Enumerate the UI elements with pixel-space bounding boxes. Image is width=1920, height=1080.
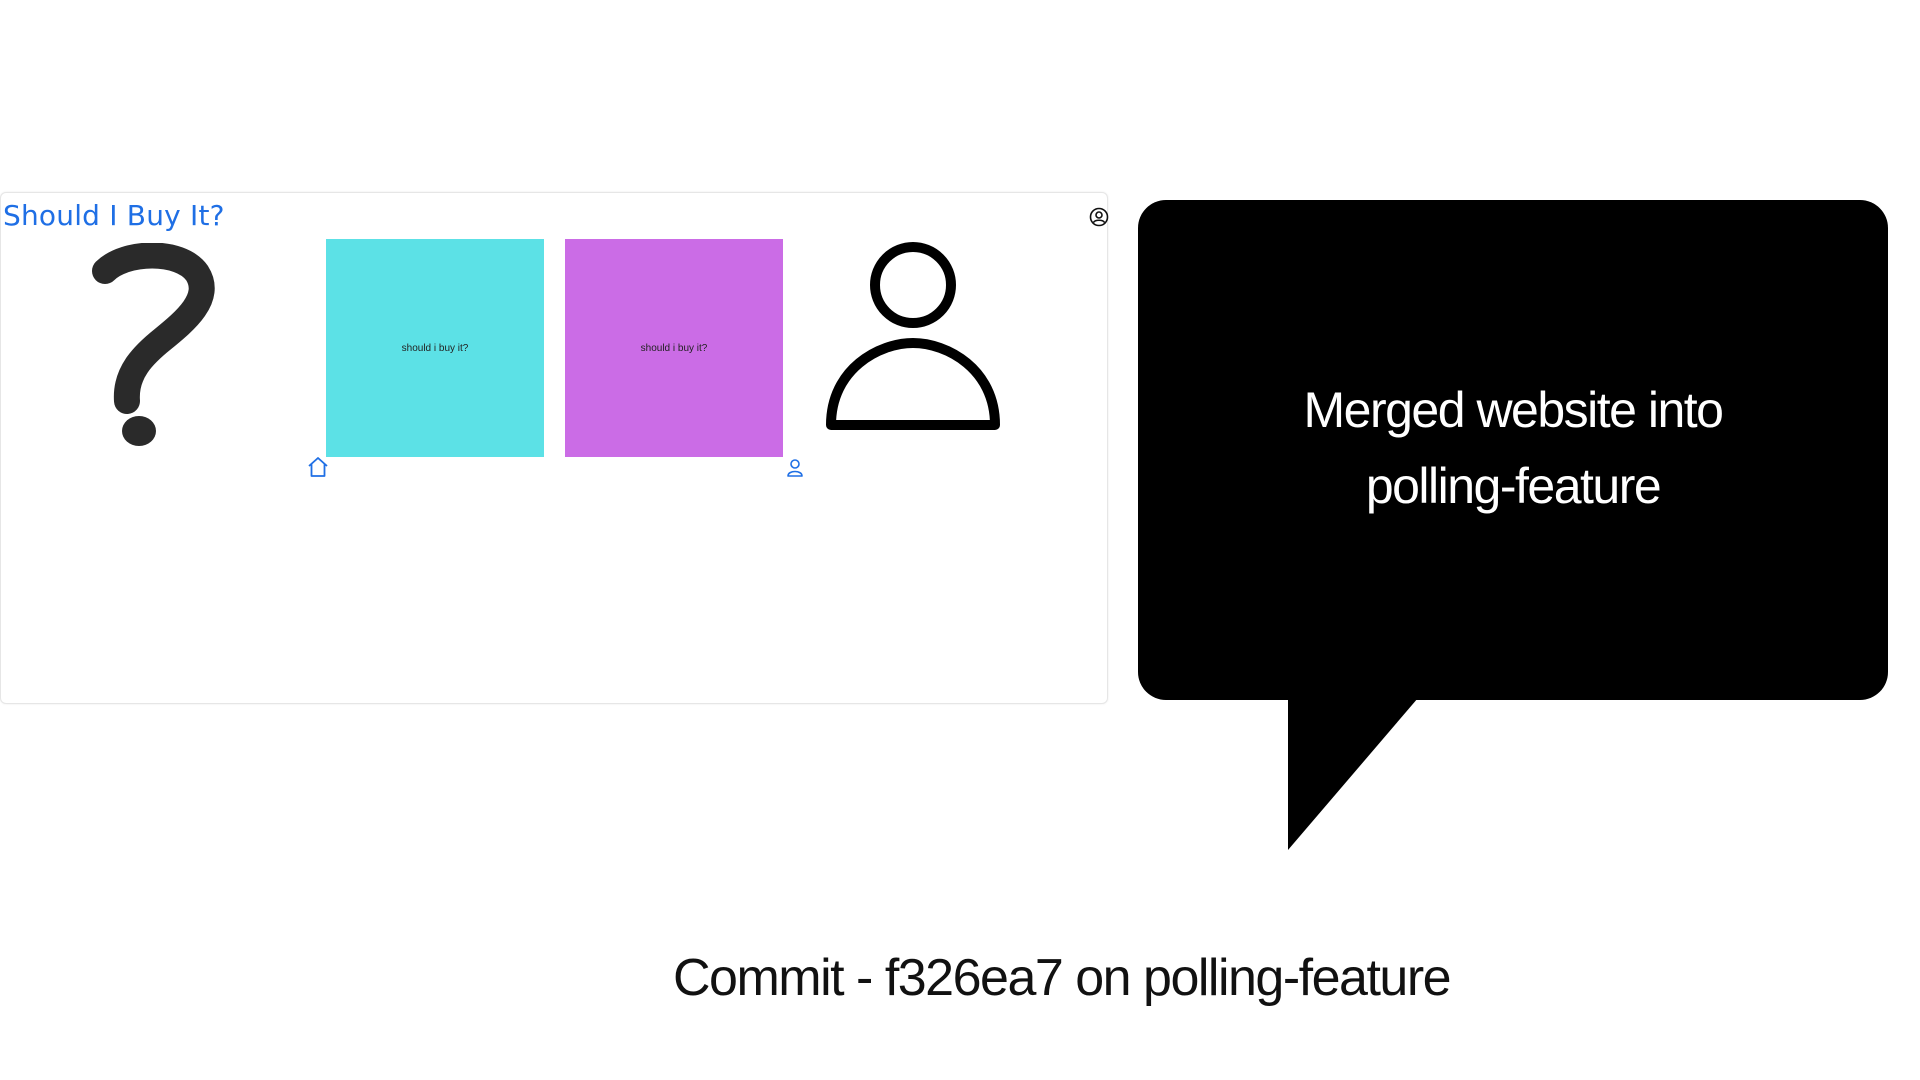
person-icon: [826, 242, 1000, 430]
bubble-line-1: Merged website into: [1303, 382, 1724, 438]
card-label: should i buy it?: [640, 342, 708, 354]
poll-card[interactable]: should i buy it?: [565, 239, 783, 457]
site-title[interactable]: Should I Buy It?: [3, 199, 225, 232]
user-icon[interactable]: [785, 458, 805, 478]
bubble-text: Merged website into polling-feature: [1138, 372, 1888, 524]
account-circle-icon[interactable]: [1089, 207, 1109, 227]
poll-card[interactable]: should i buy it?: [326, 239, 544, 457]
slide: Should I Buy It? should i buy it? should…: [0, 0, 1920, 1080]
home-icon[interactable]: [306, 455, 330, 479]
card-label: should i buy it?: [401, 342, 469, 354]
question-mark-icon: [92, 243, 215, 446]
website-screenshot: Should I Buy It? should i buy it? should…: [0, 192, 1109, 704]
speech-bubble-tail: [1288, 698, 1418, 850]
bubble-line-2: polling-feature: [1365, 458, 1662, 514]
commit-text: Commit - f326ea7 on polling-feature: [673, 949, 1452, 1007]
